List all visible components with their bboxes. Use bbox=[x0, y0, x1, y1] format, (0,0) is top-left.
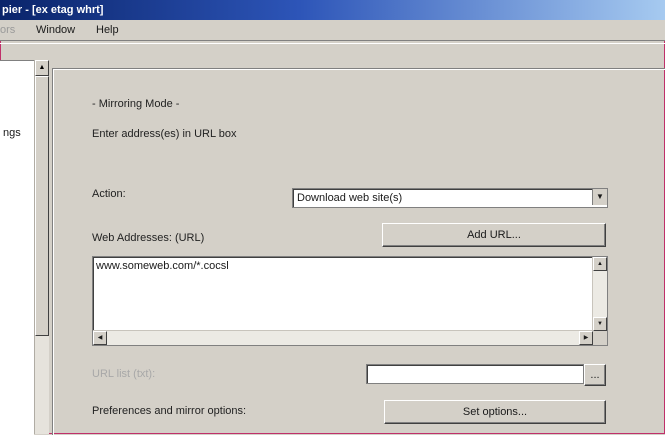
action-select-value: Download web site(s) bbox=[297, 192, 403, 204]
add-url-button[interactable]: Add URL... bbox=[382, 223, 606, 247]
menu-item-window[interactable]: Window bbox=[36, 24, 75, 36]
title-bar[interactable]: pier - [ex etag whrt] bbox=[0, 0, 665, 20]
scroll-right-arrow-icon[interactable]: ▶ bbox=[579, 331, 593, 345]
scroll-left-arrow-icon[interactable]: ◀ bbox=[93, 331, 107, 345]
url-textarea[interactable]: www.someweb.com/*.cocsl ▲ ▼ ◀ ▶ bbox=[92, 256, 608, 346]
tree-vertical-scrollbar[interactable]: ▲ bbox=[34, 60, 49, 434]
preferences-label: Preferences and mirror options: bbox=[92, 405, 247, 417]
window-title: pier - [ex etag whrt] bbox=[2, 4, 104, 16]
scrollbar-corner bbox=[593, 331, 607, 345]
action-label: Action: bbox=[92, 188, 126, 200]
web-addresses-label: Web Addresses: (URL) bbox=[92, 232, 205, 244]
menu-bar: ors Window Help bbox=[0, 20, 665, 40]
menu-item-help[interactable]: Help bbox=[96, 24, 119, 36]
scrollbar-thumb[interactable] bbox=[35, 76, 49, 336]
menu-item-options[interactable]: ors bbox=[0, 24, 15, 36]
mode-title: - Mirroring Mode - bbox=[92, 98, 180, 110]
url-list-label: URL list (txt): bbox=[92, 368, 156, 380]
scroll-up-arrow-icon[interactable]: ▲ bbox=[593, 257, 607, 271]
url-list-input[interactable] bbox=[366, 364, 584, 384]
url-text: www.someweb.com/*.cocsl bbox=[96, 260, 229, 272]
textarea-horizontal-scrollbar[interactable]: ◀ ▶ bbox=[93, 330, 593, 345]
tree-item-settings[interactable]: ngs bbox=[3, 127, 21, 139]
chevron-down-icon[interactable]: ▼ bbox=[592, 189, 607, 205]
action-select[interactable]: Download web site(s) ▼ bbox=[292, 188, 608, 208]
mode-description: Enter address(es) in URL box bbox=[92, 128, 237, 140]
textarea-vertical-scrollbar[interactable]: ▲ ▼ bbox=[592, 257, 607, 331]
toolbar-separator bbox=[0, 40, 665, 44]
scroll-down-arrow-icon[interactable]: ▼ bbox=[593, 317, 607, 331]
browse-button[interactable]: ... bbox=[584, 364, 606, 386]
tree-pane[interactable]: ngs bbox=[0, 60, 34, 435]
scroll-up-arrow-icon[interactable]: ▲ bbox=[35, 60, 49, 76]
set-options-button[interactable]: Set options... bbox=[384, 400, 606, 424]
